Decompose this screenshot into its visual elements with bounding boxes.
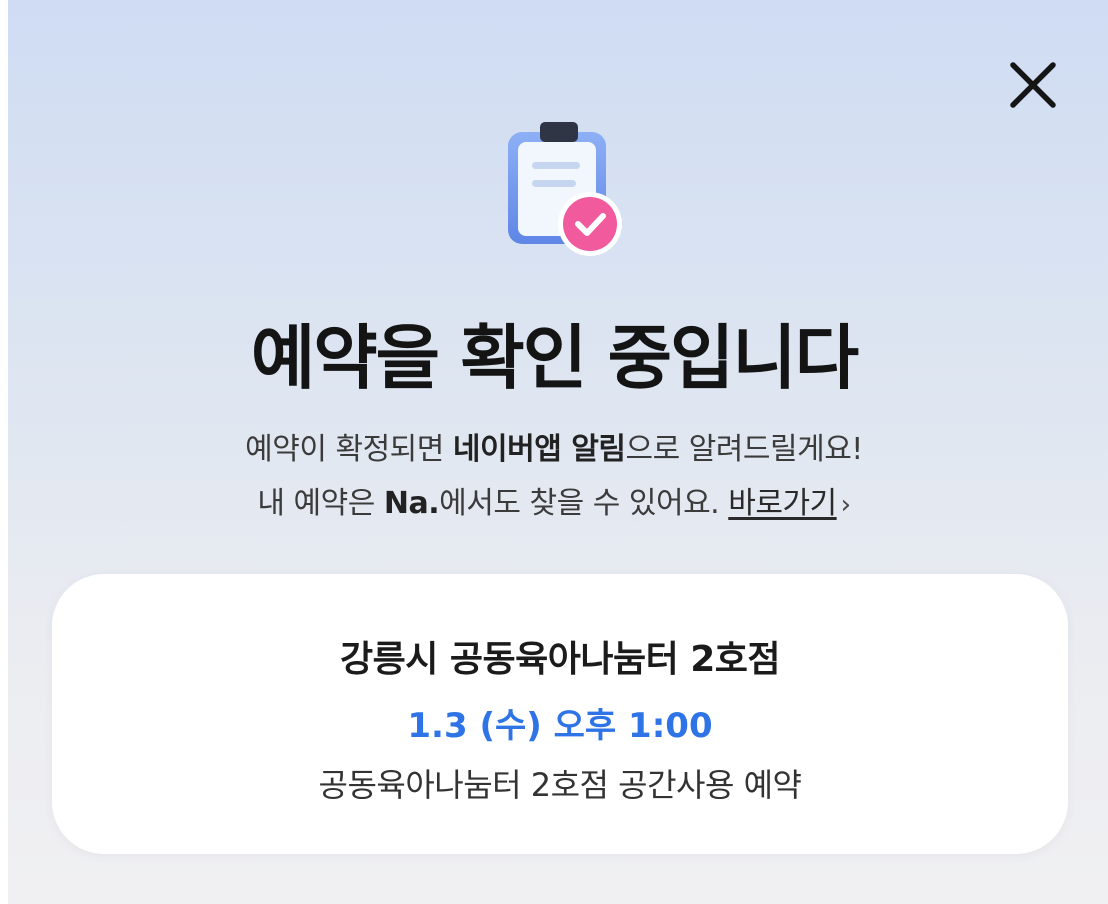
reservation-description: 공동육아나눔터 2호점 공간사용 예약 bbox=[318, 766, 802, 804]
notice-line-1-pre: 예약이 확정되면 bbox=[245, 432, 453, 467]
chevron-right-icon[interactable]: › bbox=[841, 490, 851, 520]
shortcut-link[interactable]: 바로가기 bbox=[728, 486, 837, 521]
clipboard-check-icon bbox=[508, 122, 622, 256]
reservation-confirm-screen: 예약을 확인 중입니다 예약이 확정되면 네이버앱 알림으로 알려드릴게요! 내… bbox=[0, 0, 1108, 904]
reservation-datetime: 1.3 (수) 오후 1:00 bbox=[407, 706, 713, 746]
notice-line-2-bold: Na. bbox=[383, 486, 440, 521]
notice-line-1-bold: 네이버앱 알림 bbox=[452, 432, 626, 467]
close-button[interactable] bbox=[1000, 52, 1066, 118]
notice-line-1: 예약이 확정되면 네이버앱 알림으로 알려드릴게요! bbox=[0, 424, 1108, 468]
notice-line-2: 내 예약은 Na.에서도 찾을 수 있어요. 바로가기 › bbox=[0, 478, 1108, 522]
notice-line-2-post: 에서도 찾을 수 있어요. bbox=[439, 486, 729, 521]
page-title: 예약을 확인 중입니다 bbox=[250, 317, 859, 399]
notice-line-1-post: 으로 알려드릴게요! bbox=[625, 432, 863, 467]
close-icon bbox=[1010, 62, 1056, 108]
reservation-place: 강릉시 공동육아나눔터 2호점 bbox=[339, 639, 781, 680]
notice-line-2-pre: 내 예약은 bbox=[257, 486, 384, 521]
reservation-card: 강릉시 공동육아나눔터 2호점 1.3 (수) 오후 1:00 공동육아나눔터 … bbox=[52, 574, 1068, 854]
